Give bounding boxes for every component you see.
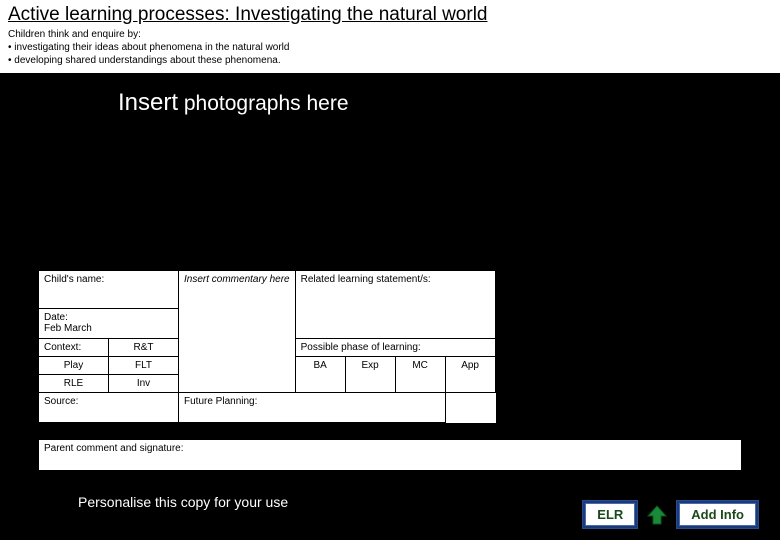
rt-cell[interactable]: R&T bbox=[109, 339, 179, 357]
possible-phase-cell: Possible phase of learning: bbox=[295, 339, 495, 357]
elr-button[interactable]: ELR bbox=[583, 501, 637, 528]
learning-form-table: Child's name: Insert commentary here Rel… bbox=[38, 270, 496, 423]
source-cell[interactable]: Source: bbox=[39, 393, 179, 423]
insert-word: Insert bbox=[118, 89, 178, 116]
play-cell[interactable]: Play bbox=[39, 357, 109, 375]
source-label: Source: bbox=[44, 396, 78, 407]
parent-label: Parent comment and signature: bbox=[44, 443, 184, 454]
flt-cell[interactable]: FLT bbox=[109, 357, 179, 375]
subtitle-line: Children think and enquire by: bbox=[8, 28, 772, 41]
date-cell[interactable]: Date: Feb March bbox=[39, 309, 179, 339]
app-cell[interactable]: App bbox=[445, 357, 495, 393]
mc-cell[interactable]: MC bbox=[395, 357, 445, 393]
bottom-button-bar: ELR Add Info bbox=[583, 501, 758, 528]
child-name-cell[interactable]: Child's name: bbox=[39, 271, 179, 309]
child-name-label: Child's name: bbox=[44, 274, 104, 285]
date-label: Date: bbox=[44, 312, 68, 323]
related-label: Related learning statement/s: bbox=[301, 274, 431, 285]
page-title: Active learning processes: Investigating… bbox=[8, 4, 772, 26]
bullet-1: • investigating their ideas about phenom… bbox=[8, 41, 772, 54]
ba-cell[interactable]: BA bbox=[295, 357, 345, 393]
header-block: Active learning processes: Investigating… bbox=[0, 0, 780, 73]
rle-cell[interactable]: RLE bbox=[39, 375, 109, 393]
personalise-text: Personalise this copy for your use bbox=[78, 494, 288, 510]
future-label: Future Planning: bbox=[184, 396, 257, 407]
insert-photo-text: Insert photographs here bbox=[118, 89, 780, 117]
add-info-button[interactable]: Add Info bbox=[677, 501, 758, 528]
up-arrow-icon[interactable] bbox=[645, 503, 669, 527]
insert-rest: photographs here bbox=[178, 92, 348, 115]
related-statements-cell[interactable]: Related learning statement/s: bbox=[295, 271, 495, 339]
exp-cell[interactable]: Exp bbox=[345, 357, 395, 393]
bullet-2: • developing shared understandings about… bbox=[8, 54, 772, 67]
future-planning-cell[interactable]: Future Planning: bbox=[179, 393, 446, 423]
parent-comment-row[interactable]: Parent comment and signature: bbox=[38, 440, 742, 471]
context-label-cell: Context: bbox=[39, 339, 109, 357]
date-value: Feb March bbox=[44, 323, 92, 334]
commentary-placeholder: Insert commentary here bbox=[184, 274, 290, 285]
photo-placeholder-area: Insert photographs here bbox=[0, 73, 780, 117]
commentary-cell[interactable]: Insert commentary here bbox=[179, 271, 296, 393]
inv-cell[interactable]: Inv bbox=[109, 375, 179, 393]
